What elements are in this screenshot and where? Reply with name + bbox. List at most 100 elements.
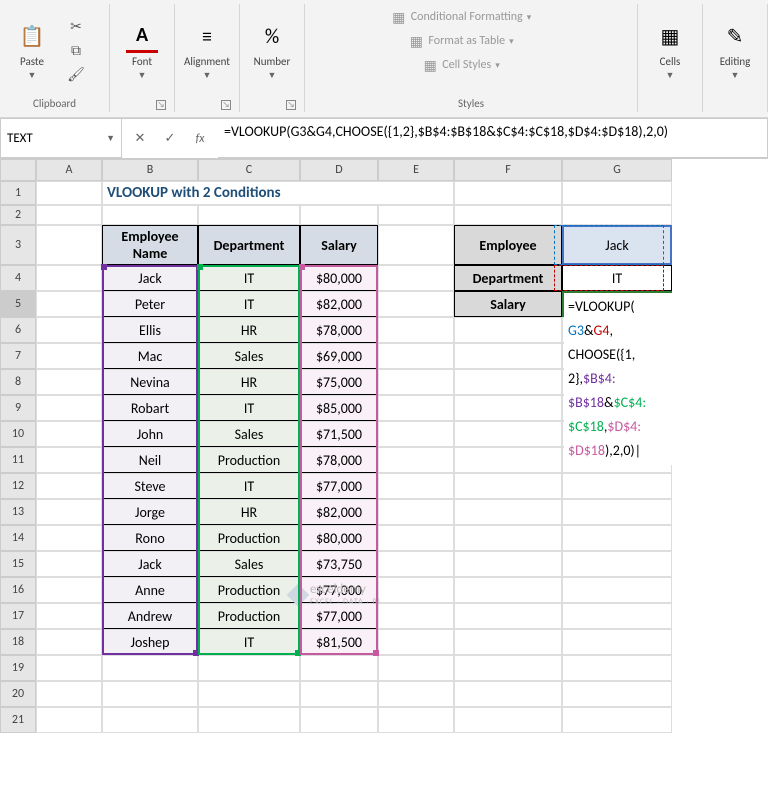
cell[interactable]: [562, 629, 672, 655]
col-header[interactable]: B: [102, 159, 198, 181]
cell[interactable]: [36, 343, 102, 369]
cell[interactable]: [378, 681, 454, 707]
cell[interactable]: Rono: [102, 525, 198, 551]
cell[interactable]: John: [102, 421, 198, 447]
cells-button[interactable]: ▦ Cells ▼: [646, 15, 694, 87]
cell[interactable]: [36, 395, 102, 421]
cell[interactable]: [454, 655, 562, 681]
col-header[interactable]: G: [562, 159, 672, 181]
cell[interactable]: [378, 225, 454, 265]
cell[interactable]: [36, 421, 102, 447]
col-header[interactable]: E: [378, 159, 454, 181]
select-all-corner[interactable]: [0, 159, 36, 181]
cell[interactable]: [378, 421, 454, 447]
cell[interactable]: [454, 421, 562, 447]
cell[interactable]: [198, 707, 300, 733]
cancel-formula-icon[interactable]: ✕: [130, 131, 150, 146]
dialog-launcher-icon[interactable]: ↘: [156, 100, 166, 110]
dialog-launcher-icon[interactable]: ↘: [286, 100, 296, 110]
cell[interactable]: [378, 317, 454, 343]
cell[interactable]: $80,000: [300, 525, 378, 551]
cell[interactable]: Employee: [454, 225, 562, 265]
cell[interactable]: [102, 681, 198, 707]
cell[interactable]: [562, 499, 672, 525]
cell[interactable]: IT: [562, 265, 672, 291]
row-header[interactable]: 17: [0, 603, 36, 629]
cell[interactable]: [198, 681, 300, 707]
cell[interactable]: $80,000: [300, 265, 378, 291]
cell[interactable]: [562, 655, 672, 681]
enter-formula-icon[interactable]: ✓: [160, 131, 180, 146]
row-header[interactable]: 14: [0, 525, 36, 551]
cell[interactable]: $69,000: [300, 343, 378, 369]
cell[interactable]: Salary: [300, 225, 378, 265]
format-as-table-button[interactable]: ▦Format as Table▾: [406, 30, 515, 52]
cell[interactable]: [378, 629, 454, 655]
formula-input[interactable]: =VLOOKUP(G3&G4,CHOOSE({1,2},$B$4:$B$18&$…: [218, 118, 768, 158]
cell[interactable]: HR: [198, 317, 300, 343]
cell[interactable]: [562, 525, 672, 551]
cell[interactable]: [454, 369, 562, 395]
cell[interactable]: [562, 603, 672, 629]
name-box[interactable]: TEXT ▼: [0, 118, 122, 158]
cell[interactable]: Salary: [454, 291, 562, 317]
col-header[interactable]: D: [300, 159, 378, 181]
cell[interactable]: [378, 343, 454, 369]
cell[interactable]: Department: [454, 265, 562, 291]
cell[interactable]: [378, 473, 454, 499]
cell[interactable]: [562, 473, 672, 499]
cell[interactable]: [300, 655, 378, 681]
cell[interactable]: $78,000: [300, 317, 378, 343]
cell[interactable]: Mac: [102, 343, 198, 369]
cell[interactable]: $77,000: [300, 473, 378, 499]
row-header[interactable]: 7: [0, 343, 36, 369]
cell[interactable]: [378, 265, 454, 291]
cell[interactable]: IT: [198, 265, 300, 291]
row-header[interactable]: 5: [0, 291, 36, 317]
cell[interactable]: Peter: [102, 291, 198, 317]
cell[interactable]: Steve: [102, 473, 198, 499]
cell[interactable]: IT: [198, 473, 300, 499]
row-header[interactable]: 4: [0, 265, 36, 291]
cell[interactable]: $85,000: [300, 395, 378, 421]
cell[interactable]: Jorge: [102, 499, 198, 525]
cell[interactable]: [454, 707, 562, 733]
cell[interactable]: Sales: [198, 421, 300, 447]
cell[interactable]: Jack: [102, 265, 198, 291]
cell[interactable]: [454, 577, 562, 603]
cell[interactable]: [102, 707, 198, 733]
cell[interactable]: Sales: [198, 551, 300, 577]
cell[interactable]: [36, 551, 102, 577]
cell-g5-editing[interactable]: =VLOOKUP(G3&G4,CHOOSE({1,2},$B$4:$B$18&$…: [562, 291, 672, 317]
cell[interactable]: [300, 707, 378, 733]
cell[interactable]: $71,500: [300, 421, 378, 447]
row-header[interactable]: 1: [0, 181, 36, 205]
cell[interactable]: [36, 603, 102, 629]
cell[interactable]: [300, 205, 378, 225]
cell[interactable]: [378, 603, 454, 629]
row-header[interactable]: 8: [0, 369, 36, 395]
cell[interactable]: [454, 525, 562, 551]
cell[interactable]: Neil: [102, 447, 198, 473]
cell[interactable]: IT: [198, 291, 300, 317]
col-header[interactable]: F: [454, 159, 562, 181]
cell[interactable]: [378, 525, 454, 551]
cell[interactable]: [454, 551, 562, 577]
paste-button[interactable]: 📋 Paste ▼: [8, 15, 56, 87]
cell[interactable]: [378, 291, 454, 317]
cell[interactable]: [36, 681, 102, 707]
cell[interactable]: [378, 577, 454, 603]
cell[interactable]: Sales: [198, 343, 300, 369]
cell[interactable]: [102, 205, 198, 225]
copy-icon[interactable]: ⧉: [66, 41, 86, 61]
cell[interactable]: [378, 369, 454, 395]
cell[interactable]: Nevina: [102, 369, 198, 395]
cell[interactable]: [454, 181, 562, 205]
cell[interactable]: [198, 655, 300, 681]
cell[interactable]: [562, 205, 672, 225]
format-painter-icon[interactable]: 🖌: [66, 65, 86, 85]
cell[interactable]: [454, 205, 562, 225]
cell[interactable]: [36, 265, 102, 291]
number-button[interactable]: % Number ▼: [248, 15, 296, 87]
title-cell[interactable]: VLOOKUP with 2 Conditions: [102, 181, 454, 205]
